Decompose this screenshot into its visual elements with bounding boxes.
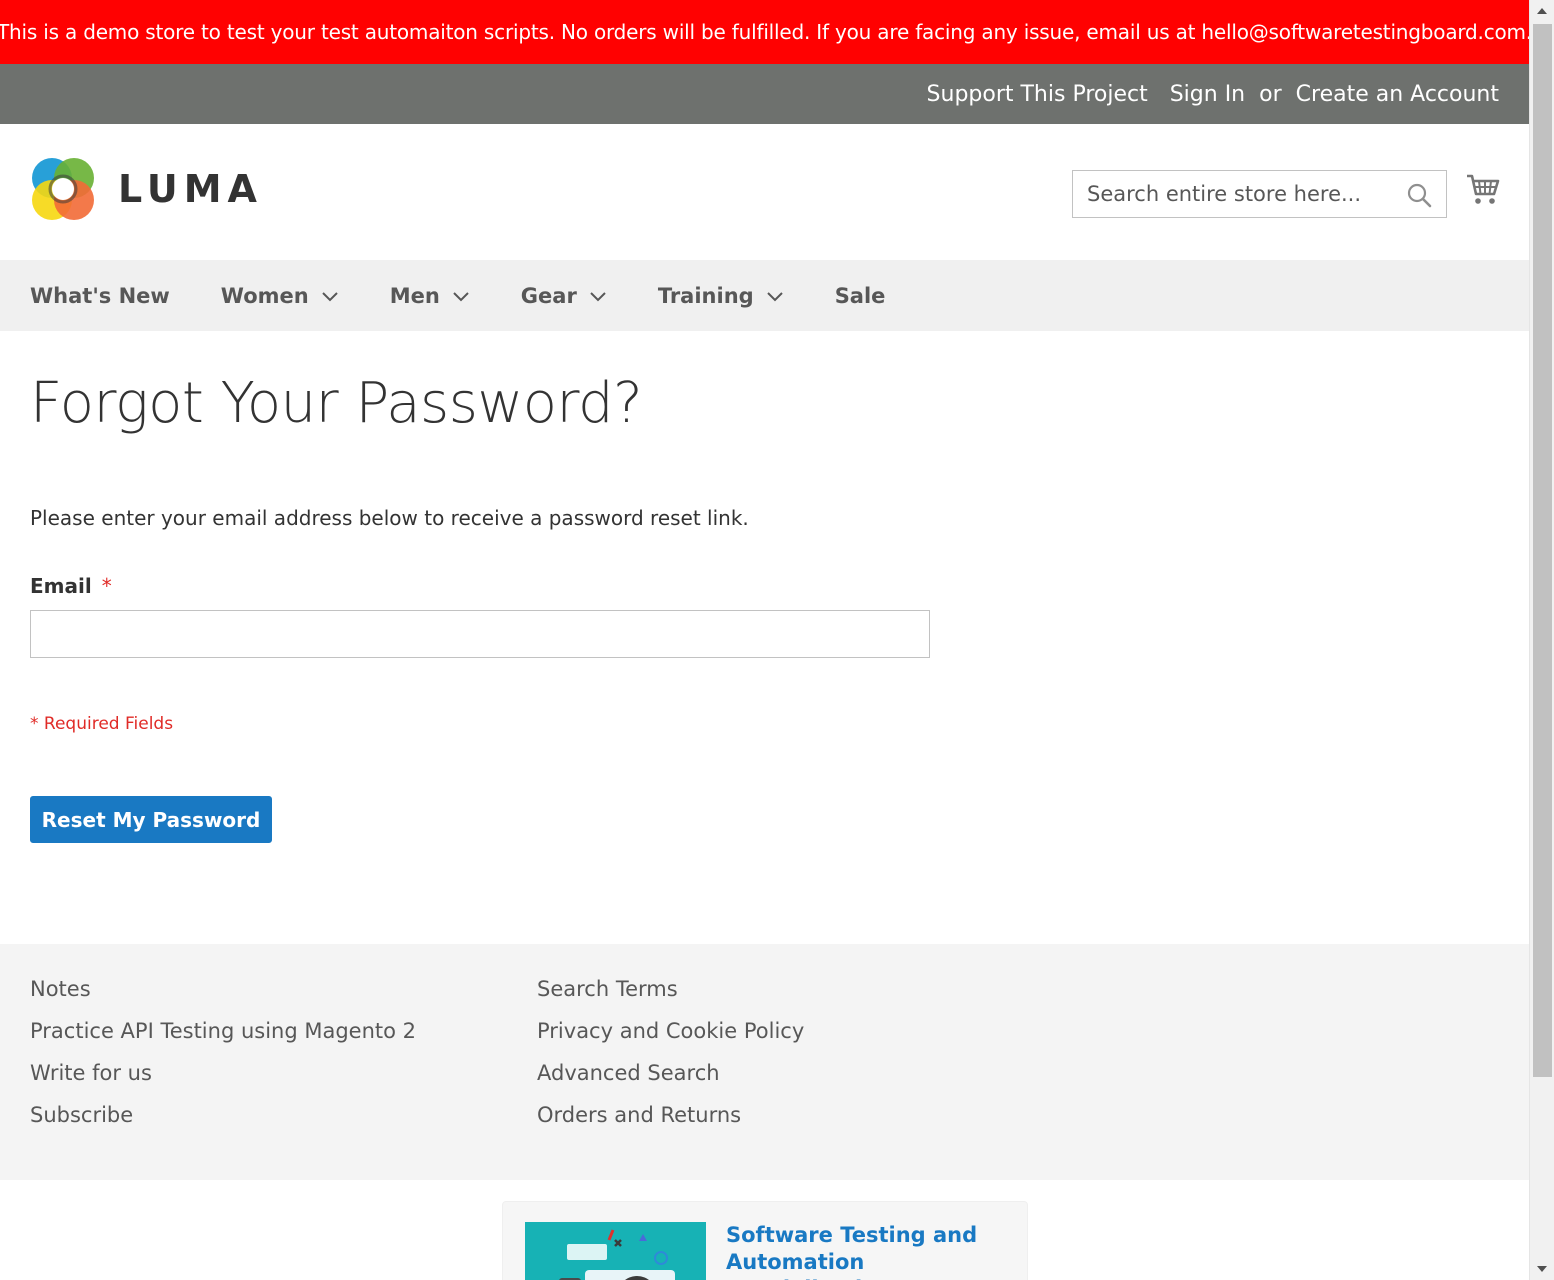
- required-fields-note: * Required Fields: [30, 714, 174, 734]
- scrollbar-thumb[interactable]: [1533, 24, 1552, 1077]
- nav-item-sale[interactable]: Sale: [835, 284, 886, 308]
- scroll-up-arrow-icon[interactable]: [1537, 8, 1547, 14]
- reset-password-button[interactable]: Reset My Password: [30, 796, 272, 843]
- sign-in-link[interactable]: Sign In: [1170, 82, 1245, 107]
- footer-links-column: Search Terms Privacy and Cookie Policy A…: [537, 974, 804, 1142]
- support-project-link[interactable]: Support This Project: [927, 82, 1148, 107]
- demo-notice-banner: This is a demo store to test your test a…: [0, 0, 1529, 64]
- vertical-scrollbar[interactable]: [1529, 0, 1554, 1280]
- email-label: Email *: [30, 574, 1500, 598]
- main-content: Forgot Your Password? Please enter your …: [30, 331, 1500, 843]
- nav-item-label: Sale: [834, 283, 886, 308]
- nav-item-women[interactable]: Women: [221, 284, 339, 308]
- create-account-link[interactable]: Create an Account: [1296, 82, 1499, 107]
- store-logo[interactable]: LUMA: [30, 156, 263, 222]
- search-icon[interactable]: [1406, 182, 1432, 208]
- scroll-down-arrow-icon[interactable]: [1537, 1266, 1547, 1272]
- page: This is a demo store to test your test a…: [0, 0, 1529, 1280]
- footer-link-privacy-policy[interactable]: Privacy and Cookie Policy: [537, 1016, 804, 1058]
- promo-image: [525, 1222, 706, 1280]
- or-separator: or: [1259, 81, 1282, 107]
- cart-icon[interactable]: [1466, 172, 1500, 206]
- main-navigation: What's New Women Men Gear Training Sale: [0, 260, 1529, 331]
- footer: Notes Practice API Testing using Magento…: [0, 944, 1529, 1180]
- nav-item-training[interactable]: Training: [658, 284, 784, 308]
- luma-logo-icon: [32, 158, 94, 220]
- chevron-down-icon: [766, 291, 783, 301]
- nav-item-gear[interactable]: Gear: [521, 284, 607, 308]
- chevron-down-icon: [321, 291, 338, 301]
- footer-links-column: Notes Practice API Testing using Magento…: [30, 974, 416, 1142]
- nav-item-men[interactable]: Men: [390, 284, 470, 308]
- search-input[interactable]: [1073, 171, 1446, 217]
- email-field-wrapper: [30, 610, 930, 658]
- logo-wordmark: LUMA: [118, 167, 263, 211]
- page-title: Forgot Your Password?: [30, 371, 643, 436]
- required-marker: *: [101, 574, 112, 598]
- footer-link-orders-returns[interactable]: Orders and Returns: [537, 1100, 804, 1142]
- nav-item-label: Gear: [520, 283, 577, 308]
- chevron-down-icon: [453, 291, 469, 301]
- nav-item-label: Women: [220, 283, 309, 308]
- nav-item-label: Men: [389, 283, 440, 308]
- header-panel: Support This Project Sign In or Create a…: [0, 64, 1529, 124]
- chevron-down-icon: [590, 291, 606, 301]
- footer-link-api-testing[interactable]: Practice API Testing using Magento 2: [30, 1016, 416, 1058]
- promo-illustration-icon: [525, 1222, 706, 1280]
- search-box: [1072, 170, 1447, 218]
- email-field[interactable]: [31, 611, 929, 657]
- nav-item-label: Training: [657, 283, 754, 308]
- intro-text: Please enter your email address below to…: [30, 506, 749, 530]
- promo-title[interactable]: Software Testing and Automation Speciali…: [726, 1222, 1016, 1280]
- nav-item-whats-new[interactable]: What's New: [30, 284, 170, 308]
- footer-link-write-for-us[interactable]: Write for us: [30, 1058, 416, 1100]
- nav-item-label: What's New: [30, 283, 170, 308]
- footer-link-search-terms[interactable]: Search Terms: [537, 974, 804, 1016]
- promo-card[interactable]: Software Testing and Automation Speciali…: [502, 1201, 1028, 1280]
- header-content: LUMA: [0, 124, 1529, 260]
- footer-link-subscribe[interactable]: Subscribe: [30, 1100, 416, 1142]
- demo-notice-text: This is a demo store to test your test a…: [0, 20, 1529, 44]
- email-label-text: Email: [30, 574, 92, 598]
- footer-link-advanced-search[interactable]: Advanced Search: [537, 1058, 804, 1100]
- footer-link-notes[interactable]: Notes: [30, 974, 416, 1016]
